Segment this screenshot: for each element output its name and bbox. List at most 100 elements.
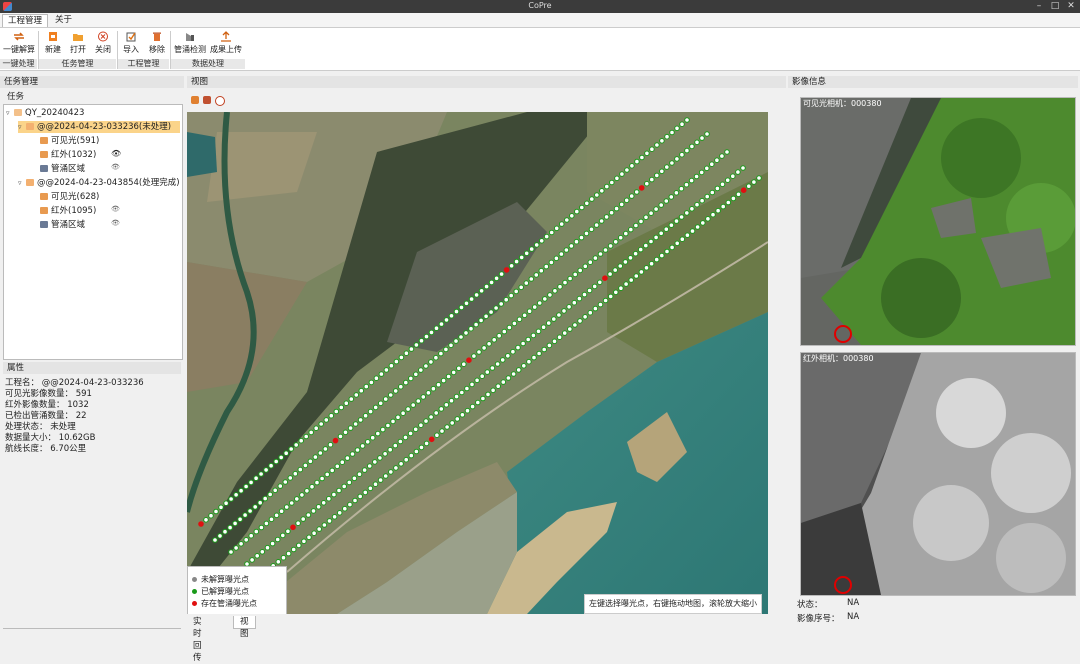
exposure-point[interactable] <box>364 439 371 445</box>
exposure-point[interactable] <box>485 391 491 398</box>
exposure-point[interactable] <box>503 267 510 273</box>
exposure-point[interactable] <box>648 260 655 267</box>
exposure-point[interactable] <box>372 404 379 411</box>
exposure-point[interactable] <box>521 312 528 319</box>
exposure-point[interactable] <box>392 388 399 394</box>
exposure-point[interactable] <box>688 177 695 184</box>
exposure-point[interactable] <box>493 305 499 311</box>
tree-node-infrared-2[interactable]: 红外(1095) <box>40 205 96 217</box>
exposure-point[interactable] <box>538 238 545 244</box>
exposure-point[interactable] <box>449 420 456 426</box>
exposure-point[interactable] <box>633 273 640 279</box>
exposure-point[interactable] <box>453 308 460 315</box>
exposure-point[interactable] <box>564 217 570 223</box>
exposure-point[interactable] <box>466 357 472 363</box>
exposure-point[interactable] <box>632 250 639 257</box>
exposure-point[interactable] <box>609 179 615 186</box>
exposure-point[interactable] <box>393 358 400 365</box>
exposure-point[interactable] <box>628 226 634 233</box>
exposure-point[interactable] <box>714 185 721 192</box>
exposure-point[interactable] <box>659 138 665 144</box>
exposure-point[interactable] <box>634 158 640 165</box>
exposure-point[interactable] <box>438 350 444 357</box>
exposure-point[interactable] <box>430 385 437 392</box>
exposure-point[interactable] <box>704 165 710 172</box>
exposure-point[interactable] <box>612 239 619 245</box>
exposure-point[interactable] <box>336 510 343 516</box>
exposure-point[interactable] <box>309 483 315 490</box>
exposure-point[interactable] <box>592 305 599 312</box>
exposure-point[interactable] <box>311 530 317 537</box>
exposure-point[interactable] <box>440 377 447 384</box>
exposure-point[interactable] <box>319 475 325 482</box>
exposure-point[interactable] <box>664 164 670 170</box>
exposure-point[interactable] <box>644 180 650 187</box>
exposure-point[interactable] <box>719 181 726 188</box>
exposure-point[interactable] <box>608 209 615 216</box>
exposure-point[interactable] <box>453 393 460 400</box>
exposure-point[interactable] <box>456 365 462 372</box>
exposure-point[interactable] <box>368 379 375 386</box>
exposure-point[interactable] <box>259 549 266 555</box>
exposure-point[interactable] <box>273 458 279 465</box>
exposure-point[interactable] <box>547 292 553 298</box>
menu-about[interactable]: 关于 <box>50 14 77 26</box>
exposure-point[interactable] <box>275 559 282 565</box>
exposure-point[interactable] <box>525 336 532 343</box>
exposure-point[interactable] <box>362 412 369 419</box>
exposure-point[interactable] <box>577 267 584 274</box>
exposure-point[interactable] <box>619 171 625 177</box>
exposure-point[interactable] <box>664 133 670 140</box>
upload-button[interactable]: 成果上传 <box>209 30 243 58</box>
tree-node-infrared-1[interactable]: 红外(1032) <box>40 149 96 161</box>
eye-icon[interactable]: 👁 <box>111 149 121 158</box>
exposure-point[interactable] <box>339 459 346 466</box>
exposure-point[interactable] <box>354 447 361 453</box>
exposure-point[interactable] <box>536 300 543 306</box>
new-button[interactable]: 新建 <box>42 30 64 58</box>
exposure-point[interactable] <box>282 479 289 485</box>
exposure-point[interactable] <box>486 341 492 347</box>
exposure-point[interactable] <box>679 151 685 158</box>
exposure-point[interactable] <box>292 470 299 477</box>
tab-realtime[interactable]: 实时回传 <box>187 616 208 663</box>
exposure-point[interactable] <box>593 222 600 228</box>
exposure-point[interactable] <box>543 263 550 270</box>
exposure-point[interactable] <box>468 325 474 332</box>
exposure-point[interactable] <box>227 524 233 531</box>
exposure-point[interactable] <box>563 247 570 253</box>
exposure-point[interactable] <box>548 259 555 266</box>
save-view-icon[interactable] <box>203 96 211 104</box>
exposure-point[interactable] <box>683 181 690 188</box>
exposure-point[interactable] <box>643 265 650 271</box>
exposure-point[interactable] <box>740 187 747 193</box>
exposure-point[interactable] <box>674 156 680 162</box>
exposure-point[interactable] <box>334 463 341 470</box>
exposure-point[interactable] <box>638 185 645 191</box>
exposure-point[interactable] <box>535 328 542 335</box>
exposure-point[interactable] <box>649 146 655 153</box>
exposure-point[interactable] <box>398 354 405 361</box>
satellite-map[interactable] <box>187 112 768 614</box>
tree-node-visible-1[interactable]: 可见光(591) <box>40 135 99 147</box>
exposure-point[interactable] <box>203 517 209 523</box>
exposure-point[interactable] <box>277 483 284 489</box>
exposure-point[interactable] <box>679 236 686 242</box>
exposure-point[interactable] <box>521 363 527 369</box>
exposure-point[interactable] <box>523 280 530 286</box>
exposure-point[interactable] <box>491 337 498 343</box>
exposure-point[interactable] <box>617 234 624 241</box>
exposure-point[interactable] <box>531 354 537 361</box>
exposure-point[interactable] <box>263 520 270 527</box>
exposure-point[interactable] <box>604 183 610 190</box>
exposure-point[interactable] <box>336 487 342 494</box>
exposure-point[interactable] <box>387 392 394 398</box>
exposure-point[interactable] <box>438 321 445 327</box>
exposure-point[interactable] <box>513 288 520 295</box>
exposure-point[interactable] <box>418 422 424 429</box>
detect-button[interactable]: 管涌检测 <box>173 30 207 58</box>
exposure-point[interactable] <box>317 450 324 456</box>
exposure-point[interactable] <box>533 272 540 278</box>
exposure-point[interactable] <box>318 421 324 427</box>
exposure-point[interactable] <box>469 381 475 388</box>
